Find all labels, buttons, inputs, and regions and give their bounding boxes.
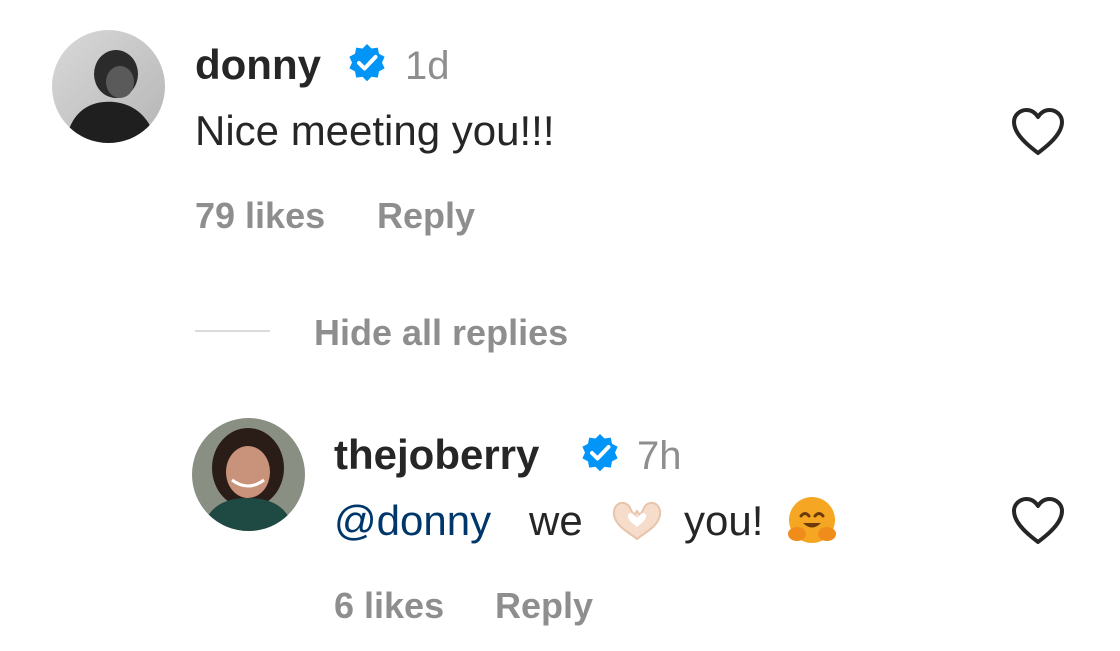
avatar-thejoberry[interactable] — [192, 418, 305, 531]
comment-reply-button[interactable]: Reply — [377, 198, 475, 234]
like-heart-icon[interactable] — [1010, 496, 1066, 546]
comment-username[interactable]: donny — [195, 44, 321, 86]
comment-time: 1d — [405, 44, 450, 88]
comment-text: Nice meeting you!!! — [195, 107, 555, 154]
verified-badge-icon — [347, 43, 387, 83]
comment-likes-count[interactable]: 79 likes — [195, 198, 325, 234]
reply-likes-count[interactable]: 6 likes — [334, 588, 444, 624]
reply-text-you: you! — [684, 497, 764, 544]
avatar-donny[interactable] — [52, 30, 165, 143]
reply-mention-link[interactable]: @donny — [334, 500, 491, 542]
reply-time: 7h — [637, 434, 682, 478]
reply-username[interactable]: thejoberry — [334, 434, 539, 476]
reply-reply-button[interactable]: Reply — [495, 588, 593, 624]
verified-badge-icon — [580, 433, 620, 473]
like-heart-icon[interactable] — [1010, 107, 1066, 157]
hugging-face-emoji-icon — [786, 494, 838, 546]
reply-text-we: we — [529, 497, 583, 544]
replies-divider — [195, 330, 270, 332]
hide-replies-button[interactable]: Hide all replies — [314, 315, 568, 351]
heart-hands-emoji-icon — [610, 497, 664, 543]
